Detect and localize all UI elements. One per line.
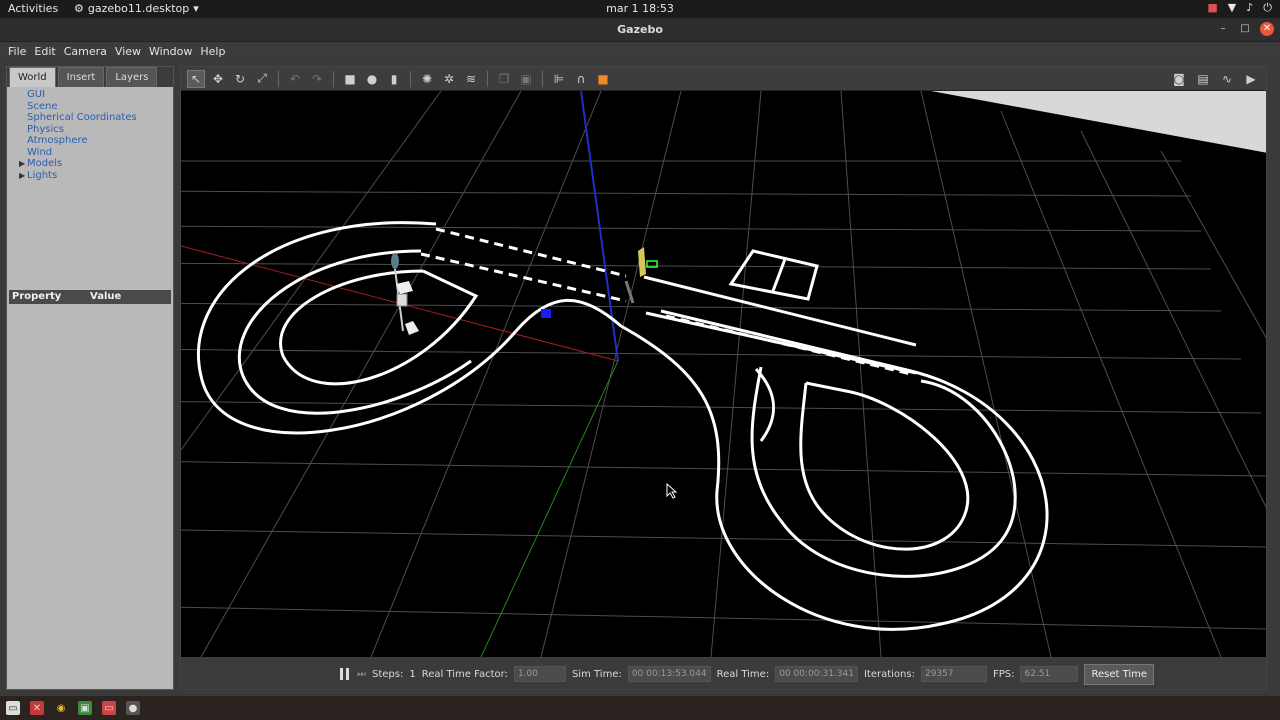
app-red-icon[interactable]: ✕ [30, 701, 44, 715]
window-title-bar[interactable]: Gazebo – □ ✕ [0, 18, 1280, 42]
real-time-factor-label: Real Time Factor: [421, 668, 508, 680]
tree-item-gui[interactable]: GUI [7, 89, 173, 101]
toolbar-divider [410, 70, 411, 87]
gazebo-icon[interactable]: ● [126, 701, 140, 715]
wifi-icon[interactable]: ▼ [1228, 1, 1236, 15]
menu-bar: File Edit Camera View Window Help [0, 42, 1280, 62]
menu-window[interactable]: Window [145, 42, 196, 62]
rotate-mode-icon[interactable]: ↻ [231, 70, 249, 88]
iterations-label: Iterations: [863, 668, 915, 680]
toolbar-divider [487, 70, 488, 87]
expand-arrow-icon[interactable]: ▶ [19, 170, 27, 182]
tree-item-scene[interactable]: Scene [7, 101, 173, 113]
tree-item-spherical-coordinates[interactable]: Spherical Coordinates [7, 112, 173, 124]
steps-spinbox[interactable]: 1 [409, 669, 415, 680]
left-panel: World Insert Layers GUI Scene Spherical … [6, 66, 174, 690]
window-controls: – □ ✕ [1216, 22, 1274, 36]
expand-arrow-icon[interactable]: ▶ [19, 158, 27, 170]
menu-camera[interactable]: Camera [60, 42, 111, 62]
box-shape-icon[interactable]: ■ [341, 70, 359, 88]
render-viewport[interactable]: ↖ ✥ ↻ ⤢ ↶ ↷ ■ ● ▮ ✺ ✲ ≋ ❐ ▣ ⊫ ∩ ■ ◙ ▤ ∿ … [180, 66, 1267, 690]
sphere-shape-icon[interactable]: ● [363, 70, 381, 88]
app-window-icon[interactable]: ▭ [102, 701, 116, 715]
step-icon[interactable]: ⏭ [357, 669, 366, 680]
toolbar-divider [542, 70, 543, 87]
tree-item-lights[interactable]: ▶ Lights [7, 170, 173, 182]
sim-time-value: 00 00:13:53.044 [627, 666, 711, 682]
tree-item-atmosphere[interactable]: Atmosphere [7, 135, 173, 147]
toolbar-right-group: ◙ ▤ ∿ ▶ [1170, 70, 1260, 88]
redo-icon[interactable]: ↷ [308, 70, 326, 88]
paste-icon[interactable]: ▣ [517, 70, 535, 88]
point-light-icon[interactable]: ✺ [418, 70, 436, 88]
reset-time-button[interactable]: Reset Time [1084, 663, 1155, 685]
undo-icon[interactable]: ↶ [286, 70, 304, 88]
tree-item-wind[interactable]: Wind [7, 147, 173, 159]
spot-light-icon[interactable]: ✲ [440, 70, 458, 88]
translate-mode-icon[interactable]: ✥ [209, 70, 227, 88]
copy-icon[interactable]: ❐ [495, 70, 513, 88]
panel-tabs: World Insert Layers [7, 67, 173, 87]
blue-marker-model [541, 309, 551, 318]
viewport-toolbar: ↖ ✥ ↻ ⤢ ↶ ↷ ■ ● ▮ ✺ ✲ ≋ ❐ ▣ ⊫ ∩ ■ ◙ ▤ ∿ … [181, 67, 1266, 91]
value-column-header: Value [90, 291, 122, 302]
scene-3d-render[interactable] [181, 91, 1267, 657]
tree-item-physics[interactable]: Physics [7, 124, 173, 136]
minimize-button[interactable]: – [1216, 22, 1230, 36]
window-title: Gazebo [617, 23, 663, 36]
snap-icon[interactable]: ∩ [572, 70, 590, 88]
menu-view[interactable]: View [111, 42, 145, 62]
real-time-factor-value: 1.00 [513, 666, 566, 682]
files-icon[interactable]: ▭ [6, 701, 20, 715]
maximize-button[interactable]: □ [1238, 22, 1252, 36]
real-time-label: Real Time: [716, 668, 770, 680]
app-green-icon[interactable]: ▣ [78, 701, 92, 715]
select-mode-icon[interactable]: ↖ [187, 69, 205, 88]
sim-time-label: Sim Time: [571, 668, 622, 680]
fps-label: FPS: [992, 668, 1015, 680]
steps-label: Steps: [372, 668, 404, 680]
world-tree: GUI Scene Spherical Coordinates Physics … [7, 89, 173, 181]
simulation-status-bar: ⏭ Steps: 1 Real Time Factor: 1.00 Sim Ti… [181, 657, 1266, 689]
tab-insert[interactable]: Insert [57, 67, 105, 87]
tree-item-models-label: Models [27, 158, 63, 169]
pause-button[interactable] [337, 667, 351, 681]
directional-light-icon[interactable]: ≋ [462, 70, 480, 88]
power-icon[interactable]: ⏻ [1263, 1, 1272, 15]
menu-file[interactable]: File [4, 42, 30, 62]
property-header: Property Value [9, 290, 171, 304]
tree-item-lights-label: Lights [27, 169, 58, 181]
fps-value: 62.51 [1020, 666, 1079, 682]
menu-edit[interactable]: Edit [30, 42, 59, 62]
system-tray[interactable]: ■ ▼ ♪ ⏻ [1207, 1, 1272, 15]
real-time-value: 00 00:00:31.341 [775, 666, 858, 682]
chrome-icon[interactable]: ◉ [54, 701, 68, 715]
toolbar-divider [333, 70, 334, 87]
toolbar-divider [278, 70, 279, 87]
tab-world[interactable]: World [9, 67, 56, 87]
tree-item-models[interactable]: ▶ Models [7, 158, 173, 170]
volume-icon[interactable]: ♪ [1246, 1, 1253, 15]
video-record-icon[interactable]: ▶ [1242, 70, 1260, 88]
iterations-value: 29357 [920, 666, 987, 682]
screenshot-icon[interactable]: ◙ [1170, 70, 1188, 88]
change-view-icon[interactable]: ■ [594, 70, 612, 88]
camera-icon[interactable]: ■ [1207, 1, 1217, 15]
clock[interactable]: mar 1 18:53 [0, 2, 1280, 15]
menu-help[interactable]: Help [196, 42, 229, 62]
property-column-header: Property [12, 291, 62, 302]
tab-layers[interactable]: Layers [106, 67, 158, 87]
taskbar: ▭ ✕ ◉ ▣ ▭ ● [0, 696, 1280, 720]
plot-icon[interactable]: ∿ [1218, 70, 1236, 88]
log-icon[interactable]: ▤ [1194, 70, 1212, 88]
system-top-bar: Activities ⚙ gazebo11.desktop ▾ mar 1 18… [0, 0, 1280, 18]
close-button[interactable]: ✕ [1260, 22, 1274, 36]
cylinder-shape-icon[interactable]: ▮ [385, 70, 403, 88]
scale-mode-icon[interactable]: ⤢ [253, 70, 271, 88]
align-icon[interactable]: ⊫ [550, 70, 568, 88]
